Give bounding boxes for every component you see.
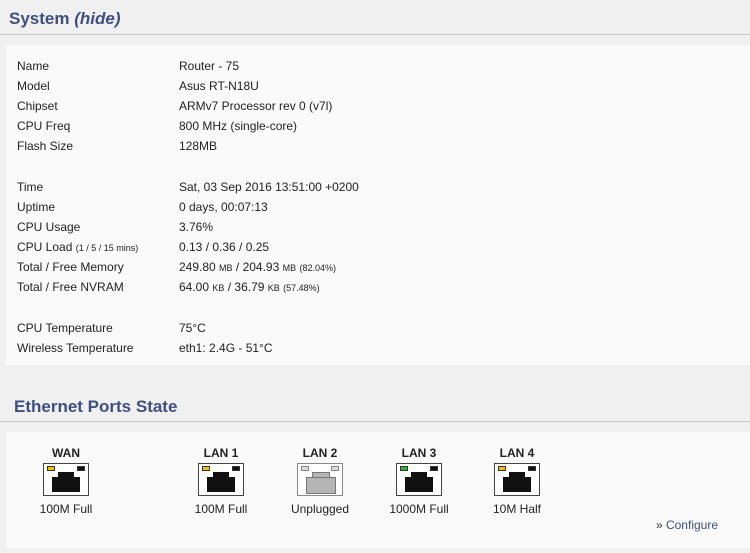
ethernet-port-icon <box>494 463 540 496</box>
port-socket-icon <box>503 472 531 492</box>
port-socket-icon <box>207 472 235 492</box>
memory-separator: / <box>232 260 243 274</box>
cpu-load-value: 0.13 / 0.36 / 0.25 <box>179 240 270 254</box>
port-socket-icon <box>306 472 336 494</box>
name-value: Router - 75 <box>179 59 240 73</box>
link-led-icon <box>400 466 408 471</box>
model-value: Asus RT-N18U <box>179 79 259 93</box>
wireless-temp-label: Wireless Temperature <box>17 341 134 355</box>
port-name: LAN 1 <box>203 446 239 460</box>
model-label: Model <box>17 79 50 93</box>
uptime-label: Uptime <box>17 200 56 214</box>
port-name: LAN 2 <box>302 446 338 460</box>
cpu-load-interval-label: (1 / 5 / 15 mins) <box>75 243 139 253</box>
chipset-value: ARMv7 Processor rev 0 (v7l) <box>179 99 333 113</box>
memory-total-unit: MB <box>219 263 233 273</box>
nvram-free-percent: (57.48%) <box>283 283 320 293</box>
name-label: Name <box>17 59 50 73</box>
cpu-temp-value: 75°C <box>179 321 206 335</box>
activity-led-icon <box>528 466 536 471</box>
nvram-total: 64.00 <box>179 280 210 294</box>
port-socket-icon <box>52 472 80 492</box>
nvram-label: Total / Free NVRAM <box>17 280 124 294</box>
port-status: 100M Full <box>194 502 248 516</box>
port-socket-icon <box>405 472 433 492</box>
configure-link-wrap: » Configure <box>656 518 718 532</box>
ethernet-panel: WAN 100M Full LAN 1 100M Full LAN 2 Unplugged… <box>6 432 750 548</box>
nvram-free-unit: KB <box>267 283 280 293</box>
port-lan4: LAN 4 10M Half <box>477 446 557 516</box>
ethernet-title: Ethernet Ports State <box>14 397 178 416</box>
port-lan3: LAN 3 1000M Full <box>379 446 459 516</box>
memory-free: 204.93 <box>242 260 280 274</box>
cpu-usage-value: 3.76% <box>179 220 214 234</box>
port-wan: WAN 100M Full <box>26 446 106 516</box>
cpu-temp-label: CPU Temperature <box>17 321 113 335</box>
ethernet-port-icon <box>43 463 89 496</box>
port-lan1: LAN 1 100M Full <box>181 446 261 516</box>
nvram-value: 64.00 KB / 36.79 KB (57.48%) <box>179 277 320 298</box>
activity-led-icon <box>331 466 339 471</box>
port-status: Unplugged <box>290 502 350 516</box>
activity-led-icon <box>430 466 438 471</box>
system-panel: Name Router - 75 Model Asus RT-N18U Chip… <box>6 45 750 365</box>
system-section-title: System (hide) <box>0 6 750 35</box>
uptime-value: 0 days, 00:07:13 <box>179 200 268 214</box>
port-name: LAN 4 <box>499 446 535 460</box>
port-lan2: LAN 2 Unplugged <box>280 446 360 516</box>
link-led-icon <box>301 466 309 471</box>
port-status: 10M Half <box>492 502 542 516</box>
flash-size-value: 128MB <box>179 139 218 153</box>
chipset-label: Chipset <box>17 99 58 113</box>
activity-led-icon <box>232 466 240 471</box>
time-label: Time <box>17 180 44 194</box>
link-led-icon <box>47 466 55 471</box>
nvram-total-unit: KB <box>212 283 225 293</box>
configure-link[interactable]: Configure <box>666 518 718 532</box>
port-name: WAN <box>52 446 80 460</box>
ethernet-port-icon <box>198 463 244 496</box>
configure-prefix: » <box>655 518 663 532</box>
flash-size-label: Flash Size <box>17 139 74 153</box>
cpu-usage-label: CPU Usage <box>17 220 81 234</box>
memory-free-percent: (82.04%) <box>299 263 336 273</box>
memory-free-unit: MB <box>282 263 297 273</box>
cpu-freq-value: 800 MHz (single-core) <box>179 119 298 133</box>
cpu-freq-label: CPU Freq <box>17 119 71 133</box>
activity-led-icon <box>77 466 85 471</box>
system-title: System <box>9 9 70 28</box>
cpu-load-label-wrap: CPU Load (1 / 5 / 15 mins) <box>17 237 177 258</box>
wireless-temp-value: eth1: 2.4G - 51°C <box>179 341 273 355</box>
nvram-free: 36.79 <box>234 280 265 294</box>
nvram-separator: / <box>224 280 235 294</box>
memory-label: Total / Free Memory <box>17 260 124 274</box>
port-name: LAN 3 <box>401 446 437 460</box>
port-status: 1000M Full <box>389 502 449 516</box>
link-led-icon <box>202 466 210 471</box>
cpu-load-label: CPU Load <box>17 240 73 254</box>
memory-value: 249.80 MB / 204.93 MB (82.04%) <box>179 257 336 278</box>
ethernet-port-icon <box>396 463 442 496</box>
link-led-icon <box>498 466 506 471</box>
ethernet-section-title: Ethernet Ports State <box>0 393 750 422</box>
port-status: 100M Full <box>39 502 93 516</box>
time-value: Sat, 03 Sep 2016 13:51:00 +0200 <box>179 180 359 194</box>
ethernet-port-icon <box>297 463 343 496</box>
hide-link[interactable]: (hide) <box>74 9 120 28</box>
memory-total: 249.80 <box>179 260 216 274</box>
